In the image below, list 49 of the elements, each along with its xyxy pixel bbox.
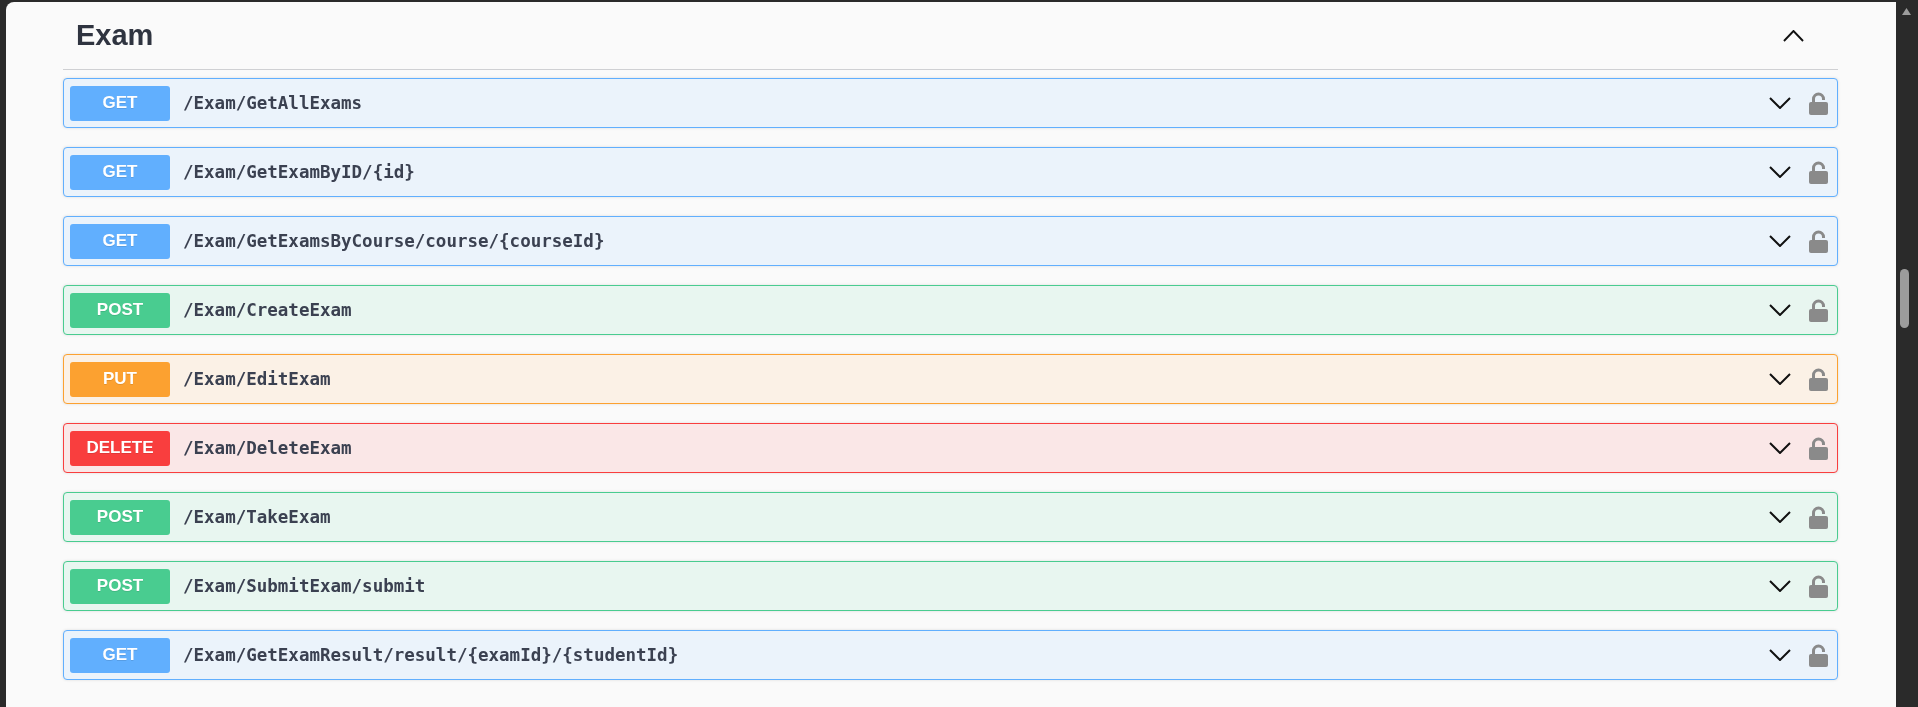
chevron-down-icon[interactable]: [1769, 580, 1791, 592]
endpoint-row[interactable]: POST /Exam/TakeExam: [63, 492, 1838, 542]
chevron-down-icon[interactable]: [1769, 649, 1791, 661]
endpoint-path: /Exam/GetExamByID/{id}: [183, 162, 416, 182]
chevron-down-icon[interactable]: [1769, 97, 1791, 109]
padlock-icon[interactable]: [1809, 505, 1828, 529]
endpoint-path: /Exam/GetExamsByCourse/course/{courseId}: [183, 231, 606, 251]
padlock-icon[interactable]: [1809, 643, 1828, 667]
endpoint-row[interactable]: GET /Exam/GetExamsByCourse/course/{courseId}: [63, 216, 1838, 266]
padlock-icon[interactable]: [1809, 229, 1828, 253]
chevron-down-icon[interactable]: [1769, 442, 1791, 454]
padlock-icon[interactable]: [1809, 298, 1828, 322]
scroll-up-icon[interactable]: [1902, 8, 1911, 15]
endpoint-row[interactable]: GET /Exam/GetAllExams: [63, 78, 1838, 128]
endpoint-row[interactable]: POST /Exam/SubmitExam/submit: [63, 561, 1838, 611]
endpoint-path: /Exam/CreateExam: [183, 300, 353, 320]
endpoint-path: /Exam/GetAllExams: [183, 93, 364, 113]
http-method-badge: PUT: [70, 361, 170, 397]
http-method-badge: GET: [70, 154, 170, 190]
endpoint-row[interactable]: GET /Exam/GetExamByID/{id}: [63, 147, 1838, 197]
endpoint-row[interactable]: DELETE /Exam/DeleteExam: [63, 423, 1838, 473]
endpoint-row[interactable]: GET /Exam/GetExamResult/result/{examId}/{studentId}: [63, 630, 1838, 680]
endpoint-path: /Exam/SubmitExam/submit: [183, 576, 427, 596]
endpoint-path: /Exam/DeleteExam: [183, 438, 353, 458]
endpoint-path: /Exam/TakeExam: [183, 507, 332, 527]
endpoint-path: /Exam/EditExam: [183, 369, 332, 389]
chevron-up-icon[interactable]: [1783, 29, 1804, 42]
http-method-badge: GET: [70, 637, 170, 673]
http-method-badge: GET: [70, 85, 170, 121]
padlock-icon[interactable]: [1809, 160, 1828, 184]
endpoint-path: /Exam/GetExamResult/result/{examId}/{studentId}: [183, 645, 680, 665]
endpoint-row[interactable]: POST /Exam/CreateExam: [63, 285, 1838, 335]
padlock-icon[interactable]: [1809, 367, 1828, 391]
endpoint-row[interactable]: PUT /Exam/EditExam: [63, 354, 1838, 404]
padlock-icon[interactable]: [1809, 574, 1828, 598]
http-method-badge: DELETE: [70, 430, 170, 466]
chevron-down-icon[interactable]: [1769, 235, 1791, 247]
http-method-badge: POST: [70, 568, 170, 604]
chevron-down-icon[interactable]: [1769, 304, 1791, 316]
scrollbar-thumb[interactable]: [1900, 269, 1909, 328]
http-method-badge: POST: [70, 499, 170, 535]
chevron-down-icon[interactable]: [1769, 166, 1791, 178]
chevron-down-icon[interactable]: [1769, 511, 1791, 523]
http-method-badge: POST: [70, 292, 170, 328]
chevron-down-icon[interactable]: [1769, 373, 1791, 385]
padlock-icon[interactable]: [1809, 436, 1828, 460]
http-method-badge: GET: [70, 223, 170, 259]
section-title[interactable]: Exam: [76, 19, 1783, 52]
padlock-icon[interactable]: [1809, 91, 1828, 115]
